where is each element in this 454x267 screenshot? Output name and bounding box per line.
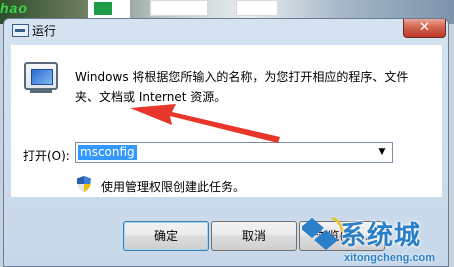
close-button[interactable]: ✕ [403,19,446,38]
dialog-title: 运行 [32,24,57,38]
watermark-url: xitongcheng.com [344,252,436,264]
background-logo: hao [0,0,28,16]
title-bar: 运行 ✕ [4,19,448,43]
background-app-icon [94,2,112,15]
dialog-description: Windows 将根据您所输入的名称，为您打开相应的程序、文件夹、文档或 Int… [75,70,409,104]
open-label: 打开(O): [23,149,70,163]
ok-button[interactable]: 确定 [123,221,209,251]
shield-icon [77,176,91,192]
run-program-icon [24,62,58,93]
dropdown-arrow-icon[interactable]: ▼ [375,145,389,160]
admin-privileges-note: 使用管理权限创建此任务。 [101,180,246,194]
red-arrow-annotation [130,104,280,143]
watermark-text: 系统城 [340,221,422,251]
run-title-icon [12,24,29,37]
cancel-button[interactable]: 取消 [211,221,297,251]
open-input-value[interactable]: msconfig [78,145,137,160]
background-thumbnail [236,0,278,16]
background-thumbnail [150,0,208,16]
watermark: 系统城 xitongcheng.com [300,212,454,267]
